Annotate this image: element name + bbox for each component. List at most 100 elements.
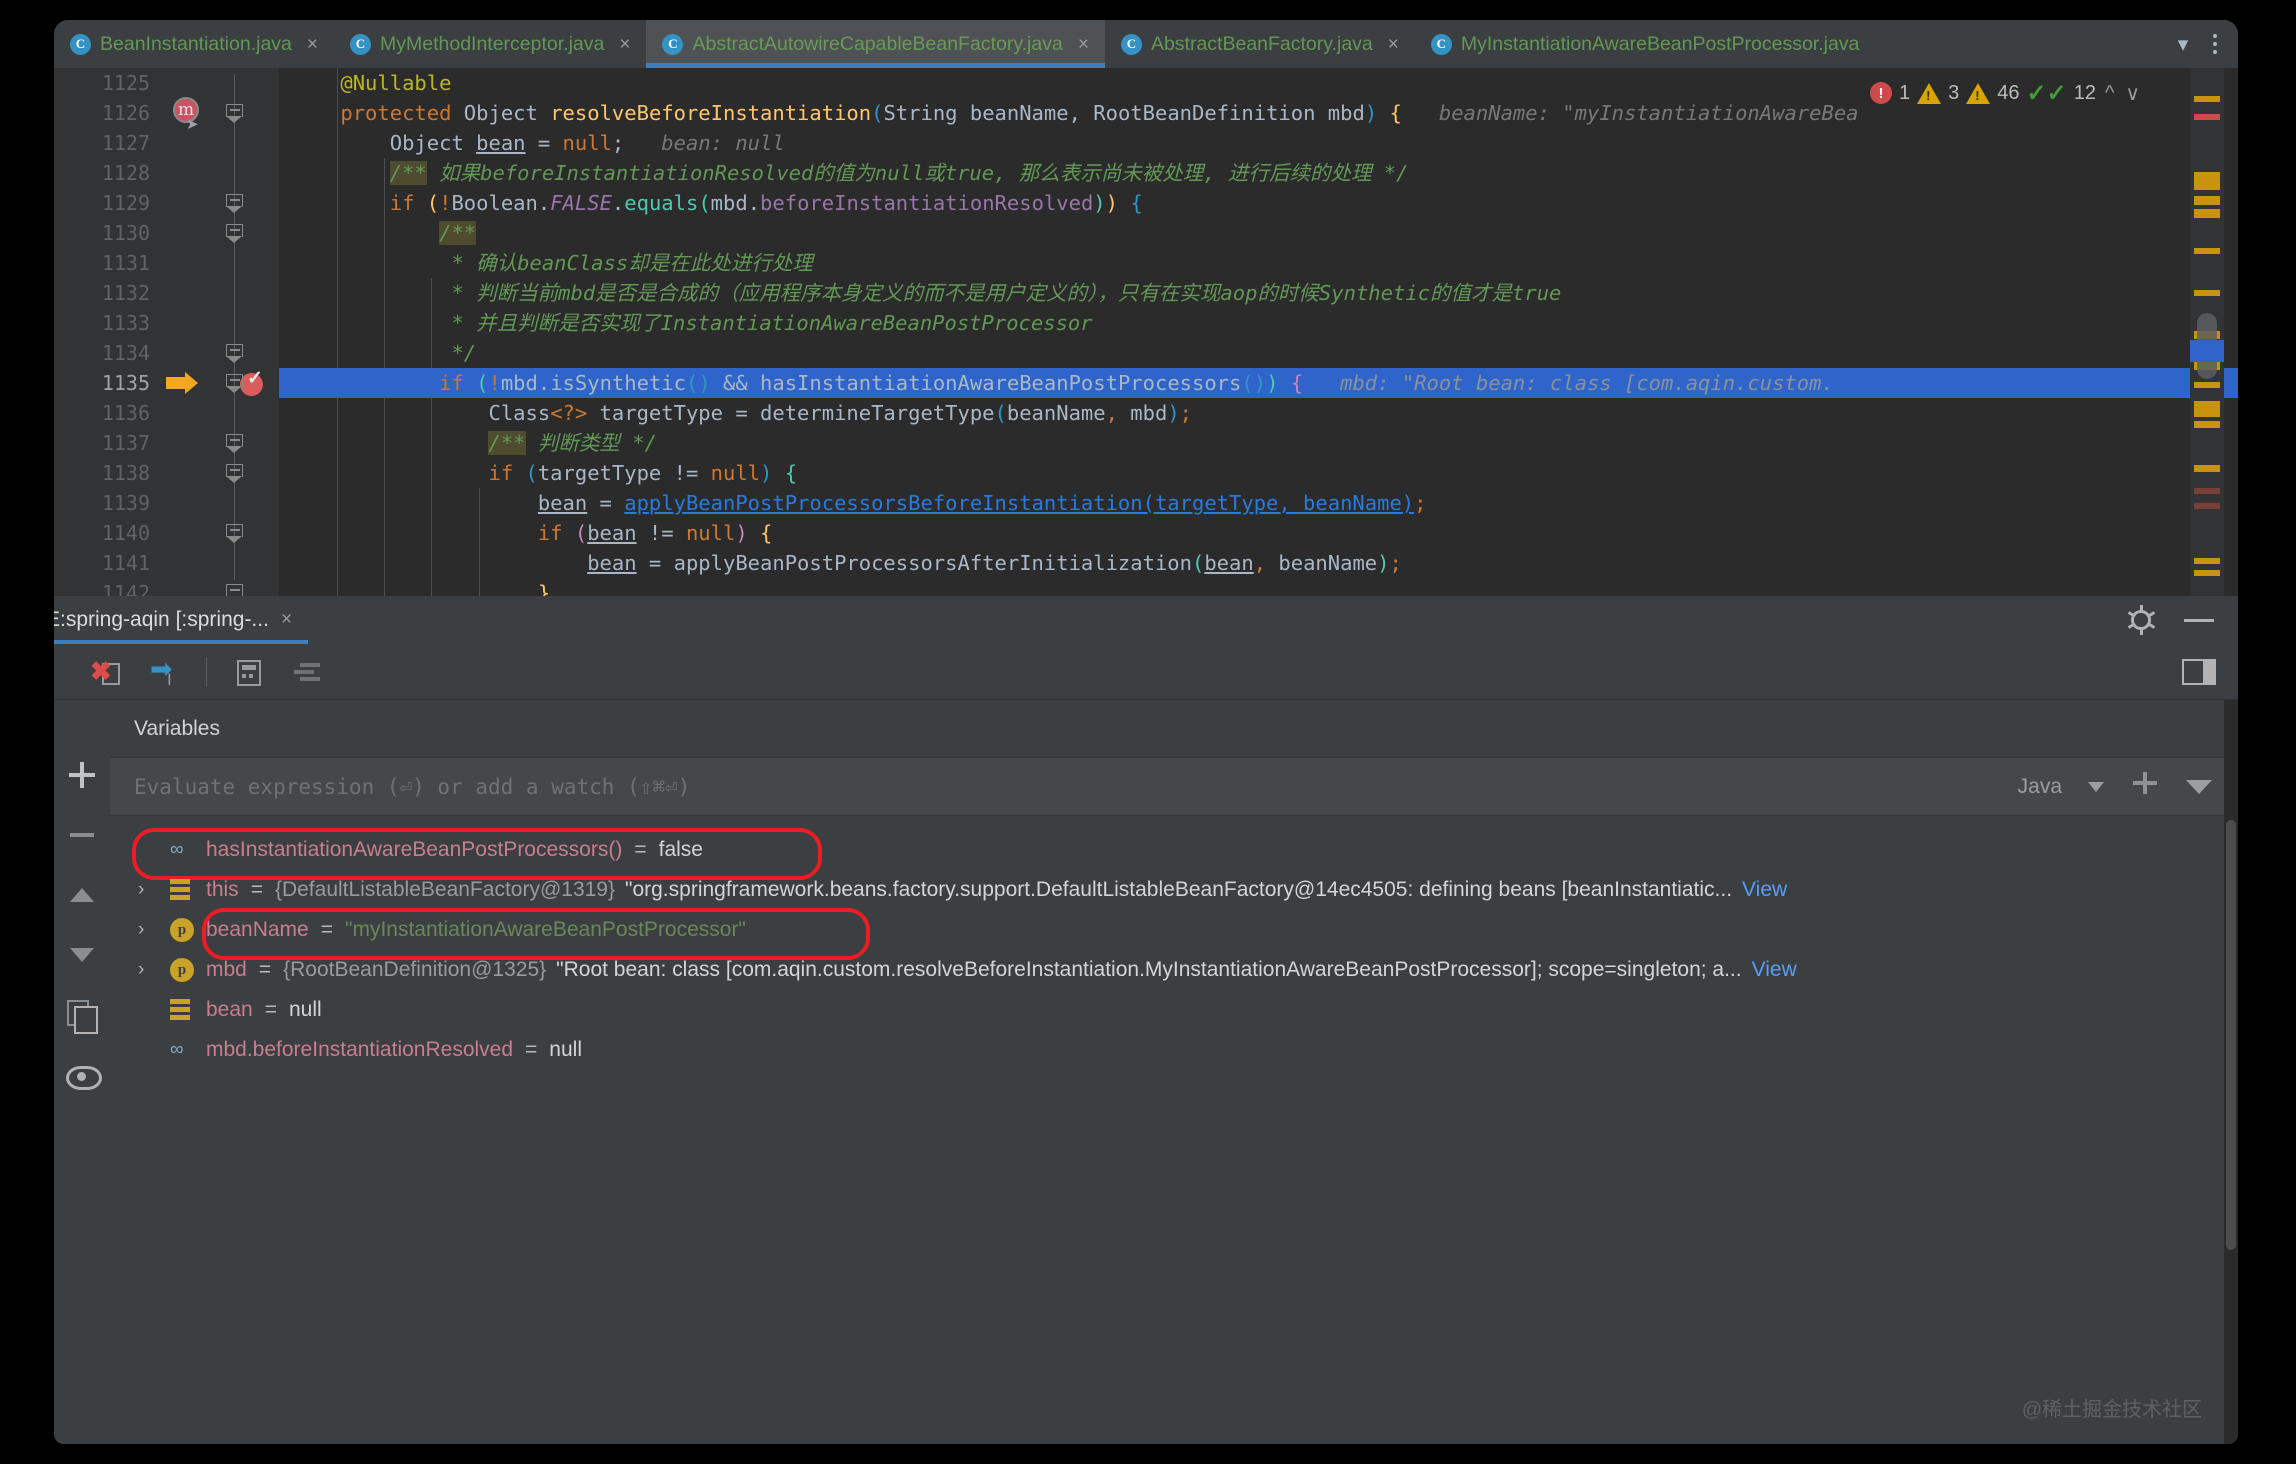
fold-icon[interactable] — [226, 104, 243, 123]
editor-tab-my-method-interceptor[interactable]: C MyMethodInterceptor.java × — [334, 20, 646, 68]
view-link[interactable]: View — [1752, 958, 1797, 982]
line-number: 1125 — [101, 71, 150, 95]
debug-session-tab[interactable]: SE:spring-aqin [:spring-... × — [54, 596, 309, 644]
stripe-mark — [2194, 96, 2220, 102]
tab-close-icon[interactable]: × — [617, 35, 632, 54]
variable-row-bean-name[interactable]: › p beanName = "myInstantiationAwareBean… — [110, 908, 2238, 960]
debug-toolbar-right — [2182, 658, 2238, 685]
expand-toggle[interactable]: › — [138, 959, 160, 981]
editor-tab-label: MyMethodInterceptor.java — [380, 32, 605, 55]
java-class-icon: C — [1430, 33, 1452, 55]
variable-row-mbd-before-instantiation-resolved[interactable]: › ∞ mbd.beforeInstantiationResolved = nu… — [110, 1030, 2238, 1070]
line-number: 1127 — [101, 131, 150, 155]
stripe-mark — [2194, 172, 2220, 190]
watermark: @稀土掘金技术社区 — [2021, 1399, 2202, 1421]
code-line-1142: } — [291, 581, 551, 596]
gutter-line: 1139 — [54, 488, 279, 518]
evaluate-expression-bar[interactable]: Evaluate expression (⏎) or add a watch (… — [110, 758, 2238, 816]
close-icon[interactable]: × — [281, 609, 292, 631]
error-icon: ! — [1870, 82, 1892, 104]
tab-variables[interactable]: Variables — [134, 717, 220, 741]
stripe-mark — [2194, 382, 2220, 388]
language-selector-label[interactable]: Java — [2018, 775, 2062, 799]
java-class-icon: C — [1120, 33, 1142, 55]
stripe-mark — [2194, 503, 2220, 509]
chevron-up-icon[interactable]: ^ — [2103, 82, 2116, 105]
expand-toggle[interactable]: › — [138, 879, 160, 901]
view-link[interactable]: View — [1742, 878, 1787, 902]
breakpoint-icon[interactable]: ✓ — [240, 369, 266, 396]
add-watch-plus-icon[interactable] — [2130, 771, 2160, 802]
run-method-gutter-icon[interactable]: m ➤ — [172, 96, 206, 133]
move-up-icon[interactable] — [65, 878, 99, 912]
variable-value: false — [658, 838, 703, 861]
chevron-down-icon[interactable] — [2088, 781, 2104, 792]
variable-row-has-instantiation-aware[interactable]: › ∞ hasInstantiationAwareBeanPostProcess… — [110, 828, 2238, 880]
fold-icon[interactable] — [226, 224, 243, 243]
line-number-current: 1135 — [101, 371, 150, 395]
minimize-icon[interactable] — [2184, 618, 2214, 622]
variables-list[interactable]: › ∞ hasInstantiationAwareBeanPostProcess… — [110, 816, 2238, 1444]
code-editor: 1125 1126 m ➤ 1127 1128 1129 1130 1131 1… — [54, 68, 2238, 596]
fold-icon[interactable] — [226, 524, 243, 543]
stripe-mark — [2194, 196, 2220, 205]
layout-settings-icon[interactable] — [2182, 658, 2216, 685]
show-values-inline-icon[interactable] — [291, 656, 323, 688]
code-line-1140: if (bean != null) { — [291, 521, 773, 545]
variables-tab-row: Variables — [110, 700, 2238, 758]
inspect-eye-icon[interactable] — [65, 1058, 102, 1092]
fold-icon[interactable] — [226, 584, 243, 596]
variable-name: mbd — [206, 958, 247, 981]
code-line-1129: if (!Boolean.FALSE.equals(mbd.beforeInst… — [291, 191, 1143, 215]
add-watch-icon[interactable] — [65, 758, 99, 792]
expand-triangle-icon[interactable] — [2186, 779, 2212, 794]
tab-close-icon[interactable]: × — [1386, 35, 1401, 54]
variable-name: this — [206, 878, 239, 901]
fold-icon[interactable] — [226, 344, 243, 363]
warning-icon — [1917, 82, 1942, 104]
copy-value-icon[interactable] — [65, 998, 99, 1034]
line-number: 1129 — [101, 191, 150, 215]
fold-icon[interactable] — [226, 434, 243, 453]
restore-layout-icon[interactable]: ➡ I — [148, 655, 180, 689]
editor-tab-abstract-autowire-capable-bean-factory[interactable]: C AbstractAutowireCapableBeanFactory.jav… — [646, 20, 1106, 68]
editor-tab-my-instantiation-aware-bean-post-processor[interactable]: C MyInstantiationAwareBeanPostProcessor.… — [1415, 20, 1874, 68]
editor-tab-abstract-bean-factory[interactable]: C AbstractBeanFactory.java × — [1105, 20, 1415, 68]
tab-close-icon[interactable]: × — [305, 35, 320, 54]
gutter-line: 1137 — [54, 428, 279, 458]
fold-icon[interactable] — [226, 464, 243, 483]
expand-toggle[interactable]: › — [138, 919, 160, 941]
evaluate-expression-icon[interactable] — [233, 656, 265, 688]
editor-tab-bean-instantiation[interactable]: C BeanInstantiation.java × — [54, 20, 334, 68]
scrollbar-thumb[interactable] — [2226, 820, 2236, 1250]
line-number: 1126 — [101, 101, 150, 125]
gutter-line: 1130 — [54, 218, 279, 248]
move-down-icon[interactable] — [65, 938, 99, 972]
variable-row-bean[interactable]: › bean = null — [110, 990, 2238, 1030]
stripe-mark — [2194, 401, 2220, 417]
line-number: 1132 — [101, 281, 150, 305]
editor-tab-label: AbstractBeanFactory.java — [1150, 32, 1373, 55]
variable-ref: {DefaultListableBeanFactory@1319} — [274, 878, 615, 901]
kebab-menu-icon[interactable] — [2202, 29, 2228, 59]
variable-row-mbd[interactable]: › p mbd = {RootBeanDefinition@1325} "Roo… — [110, 950, 2238, 990]
stripe-mark — [2194, 290, 2220, 296]
fold-icon[interactable] — [226, 374, 243, 393]
ok-count: 12 — [2073, 81, 2096, 104]
chevron-down-icon[interactable]: ▾ — [2168, 29, 2198, 59]
debug-session-label: SE:spring-aqin [:spring-... — [54, 608, 269, 631]
chevron-down-icon[interactable]: ∨ — [2123, 81, 2142, 106]
editor-gutter[interactable]: 1125 1126 m ➤ 1127 1128 1129 1130 1131 1… — [54, 68, 279, 596]
gear-icon[interactable] — [2127, 605, 2155, 635]
debug-body: Variables Evaluate expression (⏎) or add… — [54, 700, 2238, 1444]
code-line-1128: /** 如果beforeInstantiationResolved的值为null… — [389, 161, 1409, 185]
fold-icon[interactable] — [226, 194, 243, 213]
mute-breakpoints-icon[interactable]: ✖ — [90, 656, 122, 688]
error-stripe-scrollbar[interactable] — [2190, 68, 2224, 596]
code-text-area[interactable]: @Nullable protected Object resolveBefore… — [279, 68, 2238, 596]
gutter-line: 1138 — [54, 458, 279, 488]
tab-close-icon[interactable]: × — [1076, 35, 1091, 54]
variable-row-this[interactable]: › this = {DefaultListableBeanFactory@131… — [110, 870, 2238, 910]
inspection-widget[interactable]: ! 1 3 46 ✓✓ 12 ^ ∨ — [1870, 76, 2142, 110]
remove-watch-icon[interactable] — [65, 818, 99, 852]
